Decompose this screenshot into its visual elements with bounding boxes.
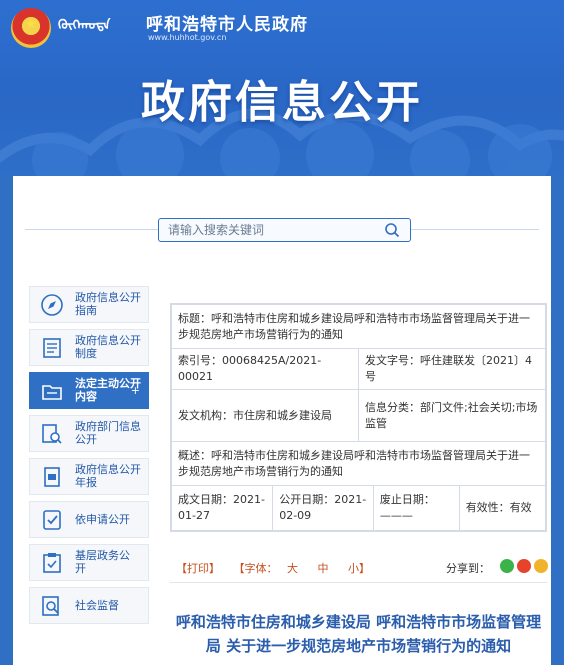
sidebar-item-apply[interactable]: 依申请公开 <box>29 501 149 538</box>
sidebar: 政府信息公开指南 政府信息公开制度 法定主动公开内容 + 政府部门信息公开 政府… <box>29 286 149 630</box>
info-index-no: 索引号：00068425A/2021-00021 <box>171 348 359 390</box>
info-summary: 概述：呼和浩特市住房和城乡建设局呼和浩特市市场监督管理局关于进一步规范房地产市场… <box>171 441 546 486</box>
sidebar-item-department[interactable]: 政府部门信息公开 <box>29 415 149 452</box>
divider <box>170 582 547 583</box>
hero-title: 政府信息公开 <box>141 77 423 128</box>
sidebar-item-label: 政府信息公开年报 <box>75 463 141 489</box>
document-info-table: 标题：呼和浩特市住房和城乡建设局呼和浩特市市场监督管理局关于进一步规范房地产市场… <box>170 303 547 532</box>
checklist-icon <box>43 510 61 530</box>
site-title[interactable]: 呼和浩特市人民政府 <box>146 10 308 35</box>
info-created-date: 成文日期：2021-01-27 <box>172 486 274 530</box>
weibo-share-icon[interactable] <box>517 559 531 573</box>
share-label: 分享到： <box>446 562 490 575</box>
article-title: 呼和浩特市住房和城乡建设局 呼和浩特市市场监督管理局 关于进一步规范房地产市场营… <box>175 613 542 655</box>
site-url: www.huhhot.gov.cn <box>148 33 227 42</box>
info-category: 信息分类：部门文件;社会关切;市场监管 <box>358 389 546 442</box>
info-published-date: 公开日期：2021-02-09 <box>272 486 374 530</box>
national-emblem-icon[interactable]: ★ <box>11 8 51 48</box>
sidebar-item-statutory[interactable]: 法定主动公开内容 + <box>29 372 149 409</box>
search-box[interactable] <box>158 218 411 242</box>
sidebar-item-supervision[interactable]: 社会监督 <box>29 587 149 624</box>
search-row <box>13 176 551 284</box>
compass-icon <box>41 294 63 316</box>
font-small-button[interactable]: 小】 <box>348 562 370 575</box>
info-issuer: 发文机构：市住房和城乡建设局 <box>171 389 359 442</box>
info-abolished-date: 废止日期：——— <box>373 486 460 530</box>
expand-icon[interactable]: + <box>131 384 140 397</box>
divider <box>411 229 539 230</box>
report-folder-icon <box>44 467 60 487</box>
department-search-icon <box>42 424 62 444</box>
main-panel: 政府信息公开指南 政府信息公开制度 法定主动公开内容 + 政府部门信息公开 政府… <box>13 176 551 665</box>
font-large-button[interactable]: 大 <box>287 562 298 575</box>
info-title: 标题：呼和浩特市住房和城乡建设局呼和浩特市市场监督管理局关于进一步规范房地产市场… <box>171 304 546 349</box>
qzone-share-icon[interactable] <box>534 559 548 573</box>
document-list-icon <box>43 338 61 358</box>
info-validity: 有效性：有效 <box>465 501 532 514</box>
sidebar-item-label: 政府部门信息公开 <box>75 420 141 446</box>
sidebar-item-label: 基层政务公 开 <box>75 549 141 575</box>
sidebar-item-system[interactable]: 政府信息公开制度 <box>29 329 149 366</box>
print-button[interactable]: 【打印】 <box>176 562 220 575</box>
sidebar-item-label: 社会监督 <box>75 599 119 612</box>
article-toolbar: 【打印】 【字体： 大 中 小】 分享到： <box>170 557 548 579</box>
header-banner: ★ ᠬᠥᠬᠡᠬᠣᠲᠠ 呼和浩特市人民政府 www.huhhot.gov.cn 政… <box>0 0 564 176</box>
sidebar-item-label: 依申请公开 <box>75 513 130 526</box>
sidebar-item-annual-report[interactable]: 政府信息公开年报 <box>29 458 149 495</box>
font-medium-button[interactable]: 中 <box>318 562 329 575</box>
sidebar-item-grassroots[interactable]: 基层政务公 开 <box>29 544 149 581</box>
sidebar-item-guide[interactable]: 政府信息公开指南 <box>29 286 149 323</box>
clipboard-check-icon <box>43 553 61 573</box>
magnifier-doc-icon <box>42 596 59 616</box>
divider <box>25 229 158 230</box>
search-input[interactable] <box>159 219 374 241</box>
mongolian-script-title: ᠬᠥᠬᠡᠬᠣᠲᠠ <box>58 18 111 33</box>
folder-icon <box>42 385 62 400</box>
wechat-share-icon[interactable] <box>500 559 514 573</box>
sidebar-item-label: 政府信息公开指南 <box>75 291 141 317</box>
search-icon[interactable] <box>384 222 400 238</box>
font-size-label: 【字体： <box>233 562 278 575</box>
info-doc-no: 发文字号：呼住建联发〔2021〕4号 <box>358 348 546 390</box>
sidebar-item-label: 政府信息公开制度 <box>75 334 141 360</box>
